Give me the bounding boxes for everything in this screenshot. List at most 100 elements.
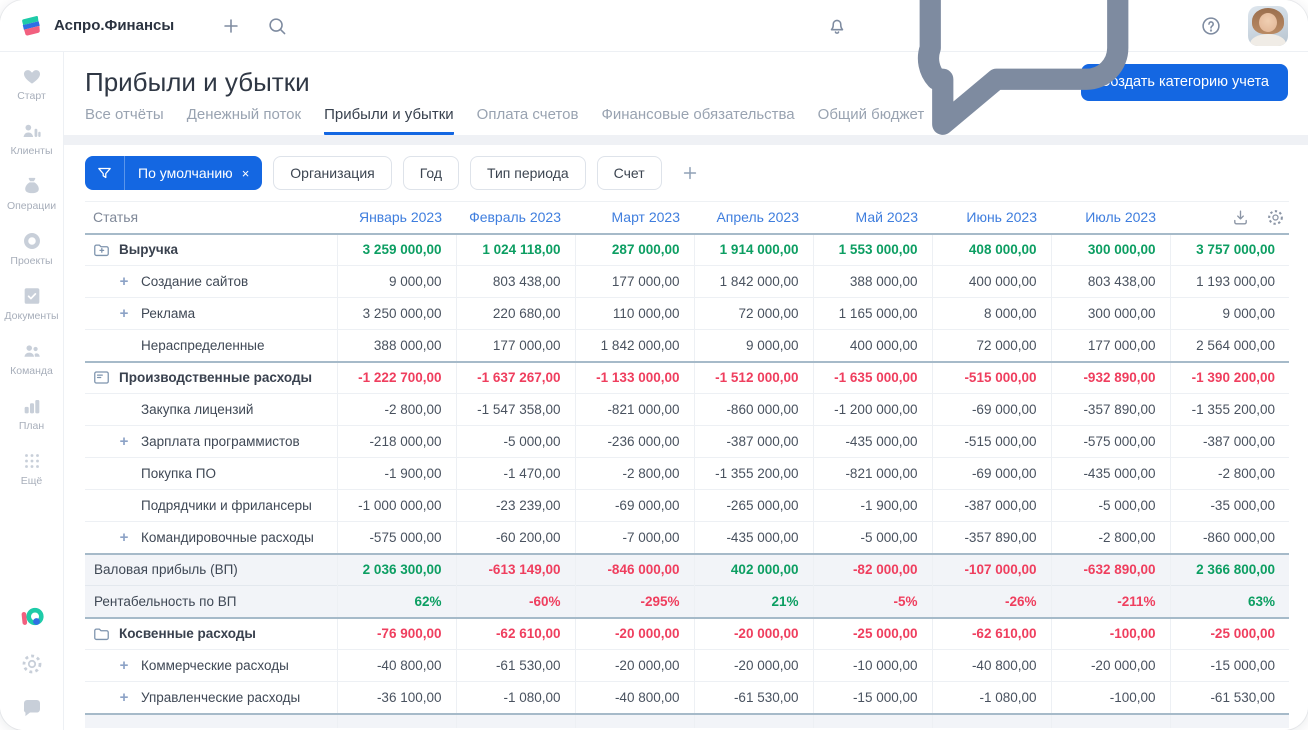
- value-cell: -69 000,00: [574, 489, 694, 522]
- tab-2[interactable]: Прибыли и убытки: [324, 106, 454, 135]
- value-cell: -20 000,00: [1050, 649, 1170, 682]
- folder-icon[interactable]: [92, 624, 111, 643]
- tab-3[interactable]: Оплата счетов: [477, 106, 579, 135]
- value-cell: 1 165 000,00: [812, 297, 932, 330]
- sidebar-item-label: Операции: [6, 200, 57, 212]
- value-cell: -575 000,00: [1050, 425, 1170, 458]
- start-icon: [21, 65, 43, 87]
- value-cell: -10 000,00: [812, 649, 932, 682]
- column-header-article: Статья: [85, 201, 337, 235]
- clear-filter-icon[interactable]: ×: [242, 166, 263, 181]
- value-cell: -35 000,00: [1169, 489, 1289, 522]
- value-cell: -1 635 000,00: [812, 360, 932, 394]
- operations-icon: [21, 175, 43, 197]
- value-cell: 3 250 000,00: [336, 297, 456, 330]
- value-cell: 803 438,00: [1050, 265, 1170, 298]
- value-cell: -7 000,00: [574, 521, 694, 554]
- sidebar-item-projects[interactable]: Проекты: [0, 230, 63, 267]
- value-cell: -236 000,00: [574, 425, 694, 458]
- month-header: Март 2023: [575, 201, 694, 235]
- row-label-cell: Закупка лицензий: [85, 393, 337, 426]
- row-label-cell[interactable]: Выручка: [85, 232, 337, 266]
- filter-pill[interactable]: Организация: [273, 156, 392, 190]
- value-cell: -218 000,00: [336, 425, 456, 458]
- value-cell: 177 000,00: [574, 265, 694, 298]
- value-cell: 1 553 000,00: [812, 232, 932, 266]
- value-cell: 110 000,00: [574, 297, 694, 330]
- table-row: Подрядчики и фрилансеры -1 000 000,00 -23 …: [85, 489, 1289, 522]
- chat-icon[interactable]: 3: [874, 0, 1174, 178]
- value-cell: -860 000,00: [1169, 521, 1289, 554]
- filter-pill[interactable]: Тип периода: [470, 156, 586, 190]
- value-cell: 220 680,00: [455, 297, 575, 330]
- folder-plus-icon[interactable]: [92, 240, 111, 259]
- filter-pill[interactable]: Год: [402, 156, 460, 190]
- expand-icon[interactable]: +: [117, 434, 131, 449]
- value-cell: -40 800,00: [336, 649, 456, 682]
- expand-icon[interactable]: +: [117, 306, 131, 321]
- table-row: + Управленческие расходы -36 100,00 -1 080,…: [85, 681, 1289, 714]
- tab-4[interactable]: Финансовые обязательства: [601, 106, 794, 135]
- table-row: Нераспределенные 388 000,00 177 000,00 1 84…: [85, 329, 1289, 362]
- search-icon[interactable]: [266, 15, 288, 37]
- value-cell: -211%: [1050, 585, 1170, 618]
- tab-1[interactable]: Денежный поток: [187, 106, 301, 135]
- brand[interactable]: Аспро.Финансы: [18, 13, 174, 39]
- expand-icon[interactable]: +: [117, 690, 131, 705]
- chat-bubble-icon[interactable]: [20, 696, 44, 720]
- avatar[interactable]: [1248, 5, 1288, 46]
- report-table: Статья Январь 2023 Февраль 2023 Март 2023 А…: [64, 201, 1308, 730]
- value-cell: -1 133 000,00: [574, 360, 694, 394]
- sidebar-item-label: Ещё: [20, 475, 43, 487]
- sidebar-item-plan[interactable]: План: [0, 395, 63, 432]
- download-icon[interactable]: [1231, 208, 1250, 227]
- app-logo-icon[interactable]: [18, 604, 46, 632]
- month-header: Апрель 2023: [694, 201, 813, 235]
- sidebar-item-label: Команда: [10, 365, 53, 377]
- value-cell: -860 000,00: [693, 393, 813, 426]
- settings-icon[interactable]: [20, 652, 44, 676]
- sidebar-item-more[interactable]: Ещё: [0, 450, 63, 487]
- value-cell: 287 000,00: [574, 232, 694, 266]
- add-icon[interactable]: [220, 15, 242, 37]
- value-cell: -69 000,00: [931, 393, 1051, 426]
- folder-lines-icon[interactable]: [92, 368, 111, 387]
- bell-icon[interactable]: [826, 15, 848, 37]
- sidebar-item-clients[interactable]: Клиенты: [0, 120, 63, 157]
- value-cell: 400 000,00: [931, 265, 1051, 298]
- tab-0[interactable]: Все отчёты: [85, 106, 164, 135]
- add-filter-icon[interactable]: [680, 163, 700, 183]
- sidebar-item-start[interactable]: Старт: [0, 65, 63, 102]
- row-label-cell[interactable]: Производственные расходы: [85, 360, 337, 394]
- value-cell: -435 000,00: [812, 425, 932, 458]
- sidebar-item-documents[interactable]: Документы: [0, 285, 63, 322]
- table-row: Закупка лицензий -2 800,00 -1 547 358,00 -8…: [85, 393, 1289, 426]
- value-cell: -295%: [574, 585, 694, 618]
- value-cell: -100,00: [1050, 681, 1170, 714]
- help-icon[interactable]: [1200, 15, 1222, 37]
- row-label: Валовая прибыль (ВП): [94, 562, 238, 578]
- active-filter-default[interactable]: По умолчанию ×: [85, 156, 263, 190]
- table-row: Выручка 3 259 000,00 1 024 118,00 287 000,0…: [85, 232, 1289, 266]
- expand-icon[interactable]: +: [117, 658, 131, 673]
- table-row: + Реклама 3 250 000,00 220 680,00 110 000,00…: [85, 297, 1289, 330]
- value-cell: -1 900,00: [336, 457, 456, 490]
- value-cell: -20 000,00: [693, 616, 813, 650]
- topbar: Аспро.Финансы 3: [0, 0, 1308, 135]
- expand-icon[interactable]: +: [117, 274, 131, 289]
- sidebar-item-team[interactable]: Команда: [0, 340, 63, 377]
- month-header: Январь 2023: [337, 201, 456, 235]
- sidebar-item-operations[interactable]: Операции: [0, 175, 63, 212]
- active-filter-label: По умолчанию: [138, 165, 233, 181]
- row-label-cell[interactable]: Косвенные расходы: [85, 616, 337, 650]
- table-settings-icon[interactable]: [1266, 208, 1285, 227]
- value-cell: -1 637 267,00: [455, 360, 575, 394]
- filter-pill[interactable]: Счет: [596, 156, 662, 190]
- value-cell: -1 355 200,00: [1169, 393, 1289, 426]
- value-cell: -76 900,00: [336, 616, 456, 650]
- value-cell: 9 000,00: [336, 265, 456, 298]
- sidebar-item-label: Проекты: [10, 255, 53, 267]
- value-cell: -36 100,00: [336, 681, 456, 714]
- month-header: Июнь 2023: [932, 201, 1051, 235]
- expand-icon[interactable]: +: [117, 530, 131, 545]
